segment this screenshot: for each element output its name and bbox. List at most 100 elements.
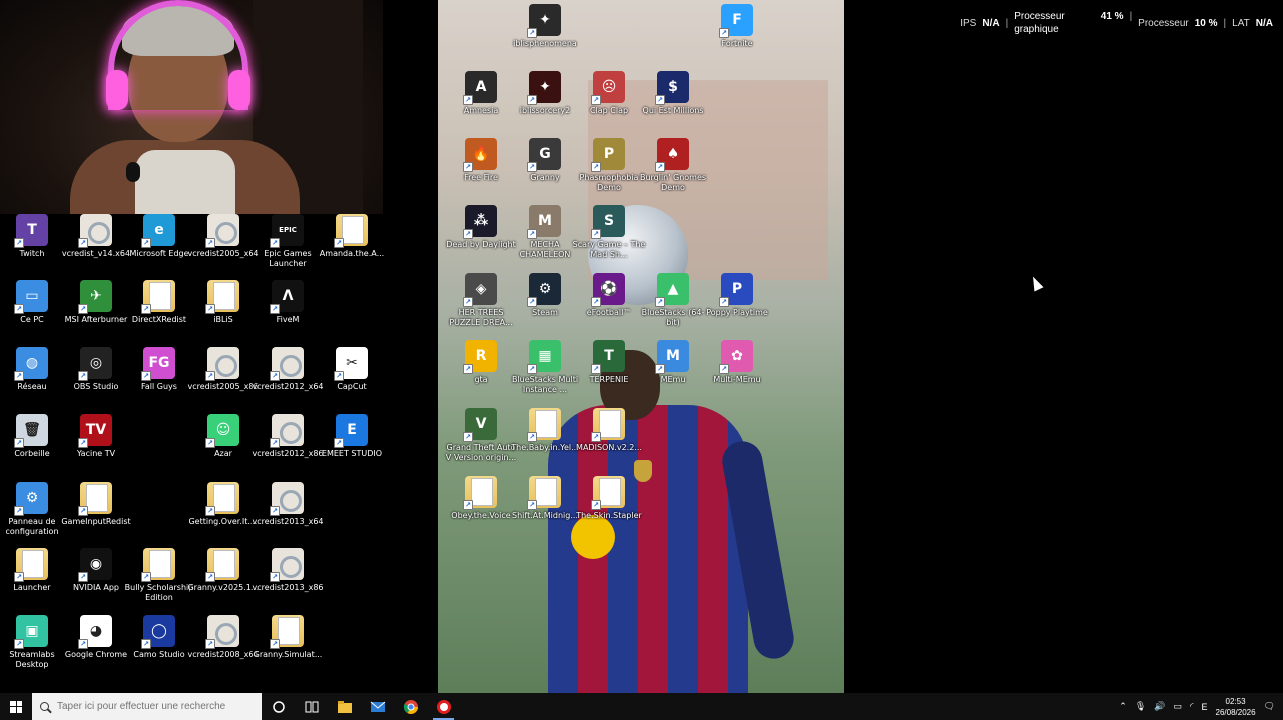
- desktop-icon[interactable]: $ ↗ Qui Est Millions: [640, 71, 706, 116]
- show-hidden-icons-chevron-icon[interactable]: ⌃: [1119, 701, 1127, 712]
- desktop-icon[interactable]: ↗ MADISON.v2.2...: [576, 408, 642, 453]
- volume-icon[interactable]: 🔊: [1154, 701, 1165, 712]
- network-icon: ◍ ↗: [14, 347, 48, 381]
- start-button[interactable]: [0, 693, 32, 720]
- desktop-icon[interactable]: ⚙ ↗ Panneau de configuration: [0, 482, 65, 537]
- desktop-icon[interactable]: ↗ Obey.the.Voice: [448, 476, 514, 521]
- shortcut-arrow-icon: ↗: [463, 229, 473, 239]
- desktop-icon[interactable]: ↗ vcredist2005_x86: [187, 347, 259, 392]
- desktop-icon[interactable]: ▣ ↗ Streamlabs Desktop: [0, 615, 65, 670]
- desktop-icon[interactable]: ↗ vcredist2008_x64: [187, 615, 259, 660]
- shortcut-arrow-icon: ↗: [205, 371, 215, 381]
- desktop-icon[interactable]: ↗ vcredist_v14.x64: [62, 214, 130, 259]
- desktop-icon[interactable]: ↗ iBLiS: [190, 280, 256, 325]
- desktop-icon[interactable]: ♠ ↗ Burglin' Gnomes Demo: [640, 138, 706, 193]
- shortcut-arrow-icon: ↗: [719, 364, 729, 374]
- shortcut-arrow-icon: ↗: [78, 506, 88, 516]
- chrome-button[interactable]: [394, 693, 427, 720]
- desktop-icon[interactable]: ◉ ↗ NVIDIA App: [63, 548, 129, 593]
- desktop-icon[interactable]: ◕ ↗ Google Chrome: [63, 615, 129, 660]
- desktop-icon[interactable]: ↗ The.Baby.in.Yel...: [511, 408, 579, 453]
- obs-taskbar-button[interactable]: [427, 693, 460, 720]
- shortcut-arrow-icon: ↗: [141, 238, 151, 248]
- task-view-button[interactable]: [295, 693, 328, 720]
- desktop-icon[interactable]: ↗ Amanda.the.A...: [319, 214, 385, 259]
- desktop-icon[interactable]: M ↗ MEmu: [640, 340, 706, 385]
- network-icon[interactable]: ▭: [1173, 701, 1182, 712]
- desktop-icon[interactable]: M ↗ MECHA CHAMELEON: [512, 205, 578, 260]
- desktop-icon[interactable]: ↗ vcredist2012_x64: [252, 347, 324, 392]
- chrome-icon: ◕ ↗: [78, 615, 112, 649]
- mail-button[interactable]: [361, 693, 394, 720]
- desktop-icon[interactable]: F ↗ Fortnite: [704, 4, 770, 49]
- desktop-icon[interactable]: ◯ ↗ Camo Studio: [126, 615, 192, 660]
- desktop-icon[interactable]: 🗑 ↗ Corbeille: [0, 414, 65, 459]
- desktop-icon[interactable]: V ↗ Grand Theft Auto V Version origin...: [446, 408, 516, 463]
- desktop-icon[interactable]: EPIC ↗ Epic Games Launcher: [255, 214, 321, 269]
- desktop-icon[interactable]: ▲ ↗ BlueStacks (64-bit): [640, 273, 706, 328]
- shortcut-arrow-icon: ↗: [334, 438, 344, 448]
- desktop-icon[interactable]: T ↗ Twitch: [0, 214, 65, 259]
- desktop-icon[interactable]: ✿ ↗ Multi-MEmu: [704, 340, 770, 385]
- desktop-icon[interactable]: ✂ ↗ CapCut: [319, 347, 385, 392]
- desktop-icon[interactable]: e ↗ Microsoft Edge: [126, 214, 192, 259]
- search-input[interactable]: [57, 701, 247, 712]
- desktop-icon[interactable]: ◈ ↗ HER TREES PUZZLE DREA...: [448, 273, 514, 328]
- wifi-icon[interactable]: ◜: [1190, 701, 1194, 712]
- desktop-icon[interactable]: ↗ Getting.Over.It....: [188, 482, 258, 527]
- desktop-icon[interactable]: S ↗ Scary Game – The Mad Sh...: [573, 205, 645, 260]
- desktop-icon[interactable]: ▦ ↗ BlueStacks Multi Instance ...: [512, 340, 578, 395]
- desktop-icon[interactable]: ✈ ↗ MSI Afterburner: [63, 280, 129, 325]
- desktop-icon[interactable]: ✦ ↗ iblissorcery2: [512, 71, 578, 116]
- desktop-icon[interactable]: ↗ vcredist2012_x86: [252, 414, 324, 459]
- cortana-button[interactable]: [262, 693, 295, 720]
- file-explorer-button[interactable]: [328, 693, 361, 720]
- desktop-icon[interactable]: ↗ Bully Scholarship Edition: [125, 548, 193, 603]
- language-indicator[interactable]: E: [1202, 702, 1208, 712]
- clock-time: 02:53: [1225, 696, 1246, 706]
- desktop-icon[interactable]: E ↗ EMEET STUDIO: [319, 414, 385, 459]
- desktop-icon[interactable]: G ↗ Granny: [512, 138, 578, 183]
- emeet-icon: E ↗: [334, 414, 368, 448]
- desktop-icon[interactable]: P ↗ Phasmophobia Demo: [576, 138, 642, 193]
- desktop-icon[interactable]: ⚽ ↗ eFootball™: [576, 273, 642, 318]
- shortcut-arrow-icon: ↗: [527, 162, 537, 172]
- gnomes-icon: ♠ ↗: [655, 138, 689, 172]
- shortcut-arrow-icon: ↗: [14, 371, 24, 381]
- desktop-icon[interactable]: ⚙ ↗ Steam: [512, 273, 578, 318]
- taskbar-search[interactable]: [32, 693, 262, 720]
- desktop-icon[interactable]: R ↗ gta: [448, 340, 514, 385]
- desktop-icon[interactable]: T ↗ TERPENIE: [576, 340, 642, 385]
- desktop-icon[interactable]: ↗ vcredist2013_x64: [252, 482, 324, 527]
- desktop-icon[interactable]: ☹ ↗ Clap Clap: [576, 71, 642, 116]
- desktop-icon[interactable]: ↗ Launcher: [0, 548, 65, 593]
- notifications-icon[interactable]: 🗨: [1264, 701, 1275, 712]
- desktop-icon[interactable]: ↗ Granny.v2025.1...: [187, 548, 259, 593]
- desktop-icon[interactable]: ☺ ↗ Azar: [190, 414, 256, 459]
- desktop-icon[interactable]: ↗ The.Skin.Stapler: [576, 476, 642, 521]
- twitch-icon: T ↗: [14, 214, 48, 248]
- desktop-icon[interactable]: ⁂ ↗ Dead by Daylight: [446, 205, 516, 250]
- desktop-icon[interactable]: Λ ↗ FiveM: [255, 280, 321, 325]
- desktop-icon[interactable]: ↗ DirectXRedist: [126, 280, 192, 325]
- desktop-icon[interactable]: FG ↗ Fall Guys: [126, 347, 192, 392]
- setup-icon: ↗: [205, 615, 239, 649]
- desktop-icon[interactable]: TV ↗ Yacine TV: [63, 414, 129, 459]
- microphone-icon[interactable]: 🎙: [1135, 701, 1146, 712]
- desktop-icon[interactable]: ↗ Granny.Simulat...: [254, 615, 322, 660]
- desktop-icon[interactable]: 🔥 ↗ Free Fire: [448, 138, 514, 183]
- desktop-icon[interactable]: ↗ vcredist2005_x64: [187, 214, 259, 259]
- desktop-icon-label: FiveM: [276, 315, 300, 324]
- desktop-icon[interactable]: ↗ Shift.At.Midnig...: [512, 476, 578, 521]
- shortcut-arrow-icon: ↗: [14, 572, 24, 582]
- desktop-icon[interactable]: ▭ ↗ Ce PC: [0, 280, 65, 325]
- desktop-icon[interactable]: ◍ ↗ Réseau: [0, 347, 65, 392]
- desktop-icon[interactable]: ↗ GameInputRedist: [61, 482, 131, 527]
- desktop-icon[interactable]: ◎ ↗ OBS Studio: [63, 347, 129, 392]
- clock[interactable]: 02:53 26/08/2026: [1216, 696, 1256, 718]
- desktop-icon[interactable]: ↗ vcredist2013_x86: [252, 548, 324, 593]
- shortcut-arrow-icon: ↗: [463, 364, 473, 374]
- desktop-icon[interactable]: ✦ ↗ iblisphenomena: [512, 4, 578, 49]
- desktop-icon[interactable]: A ↗ Amnesia: [448, 71, 514, 116]
- desktop-icon[interactable]: P ↗ Poppy Playtime: [704, 273, 770, 318]
